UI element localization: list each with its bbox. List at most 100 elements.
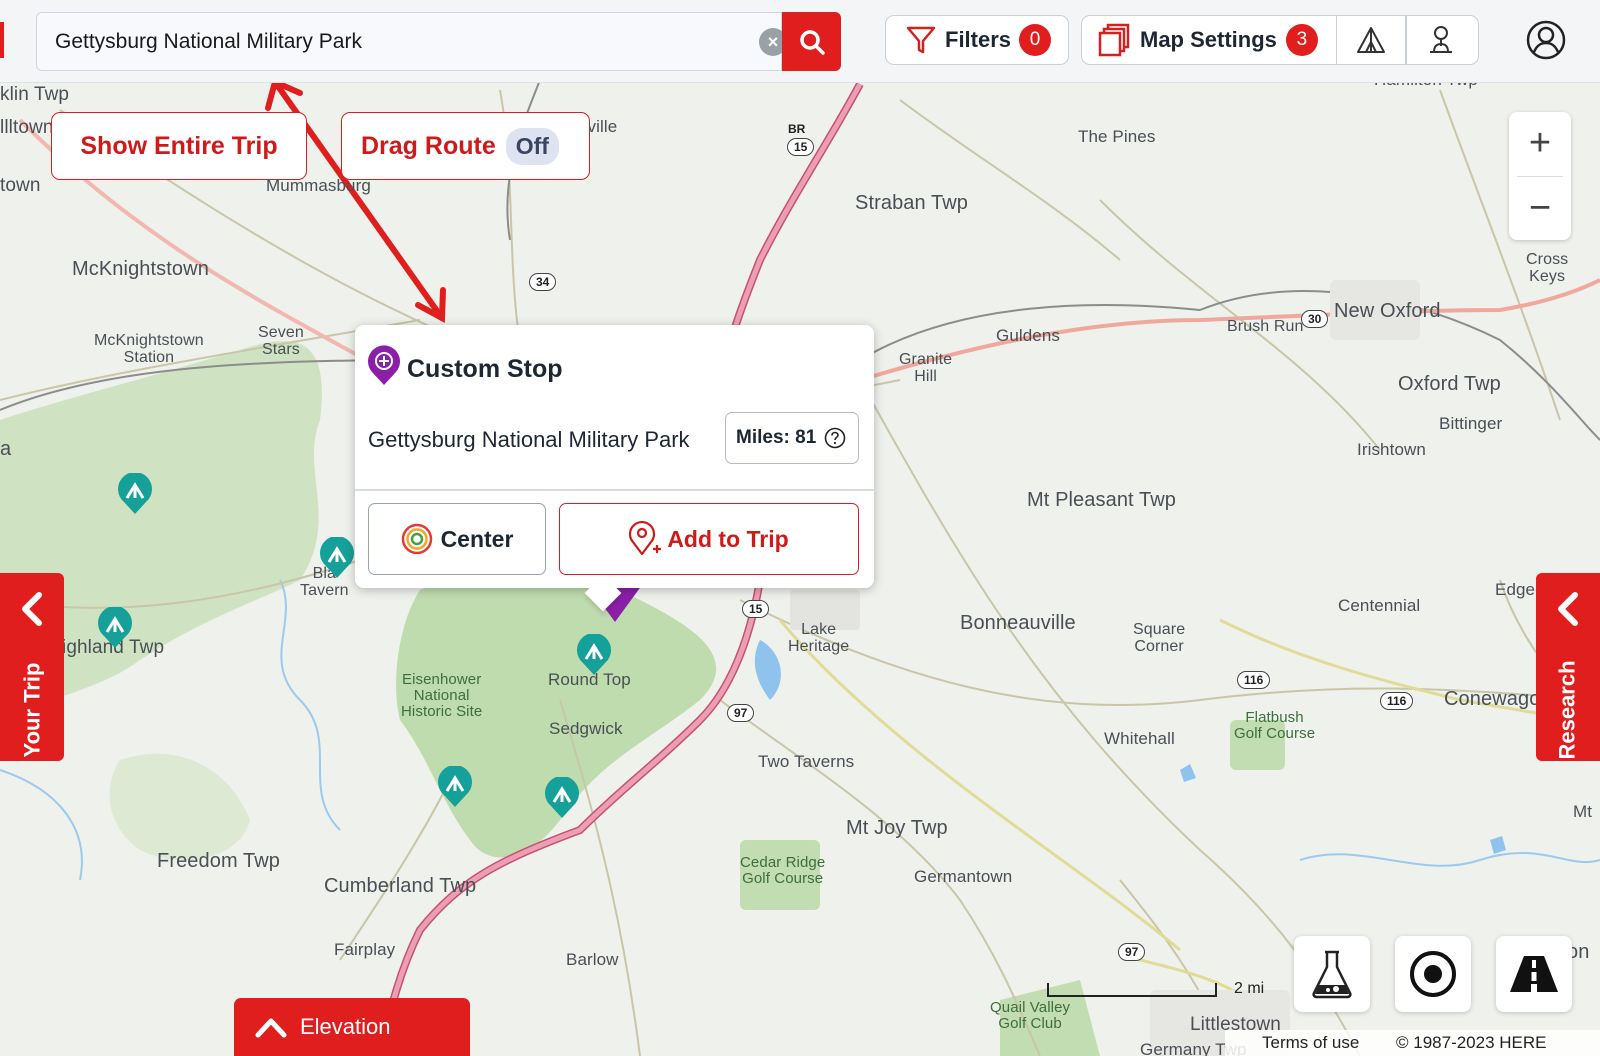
map-label: Square Corner — [1133, 621, 1186, 655]
map-settings-button[interactable]: Map Settings 3 — [1082, 15, 1336, 65]
help-icon[interactable] — [824, 427, 846, 449]
map-label: Freedom Twp — [157, 850, 281, 872]
locate-me-button[interactable] — [1395, 936, 1471, 1012]
copyright-text: © 1987-2023 HERE — [1396, 1033, 1547, 1052]
road-icon — [1510, 956, 1558, 992]
route-shield: 116 — [1380, 692, 1414, 710]
drag-route-toggle[interactable]: Drag Route Off — [341, 112, 590, 180]
map-label: Guldens — [996, 326, 1061, 345]
your-trip-label: Your Trip — [19, 662, 44, 758]
map-label: Cedar Ridge Golf Course — [740, 854, 826, 887]
show-entire-trip-button[interactable]: Show Entire Trip — [51, 112, 307, 180]
map-label: Two Taverns — [758, 752, 855, 771]
route-shield: 97 — [727, 704, 755, 722]
map-label: Mt Joy Twp — [846, 817, 948, 839]
divider — [355, 489, 874, 491]
menu-edge[interactable] — [0, 22, 4, 58]
filter-icon — [906, 26, 936, 54]
filters-count-badge: 0 — [1019, 24, 1052, 56]
campground-marker-icon[interactable] — [116, 473, 154, 515]
campground-marker-icon[interactable] — [436, 766, 474, 808]
map-label: Centennial — [1338, 596, 1421, 615]
map-label: Eisenhower National Historic Site — [401, 671, 483, 720]
road-view-button[interactable] — [1496, 936, 1572, 1012]
route-shield: 116 — [1237, 671, 1271, 689]
map-label: a — [0, 438, 12, 460]
center-label: Center — [440, 525, 514, 552]
map-label: Straban Twp — [855, 192, 969, 214]
person-pin-icon — [1429, 26, 1452, 53]
route-shield: BR — [788, 122, 806, 136]
chevron-left-icon — [1558, 592, 1578, 626]
terms-link[interactable]: Terms of use — [1262, 1033, 1359, 1053]
filters-button[interactable]: Filters 0 — [885, 15, 1069, 65]
map-scale-label: 2 mi — [1234, 980, 1265, 997]
miles-info[interactable]: Miles: 81 — [725, 412, 859, 464]
route-shield: 30 — [1301, 310, 1329, 328]
show-entire-trip-label: Show Entire Trip — [80, 131, 278, 160]
map-label: McKnightstown Station — [94, 332, 204, 366]
search-button[interactable] — [782, 12, 841, 71]
add-location-icon — [629, 521, 662, 556]
map-label: town — [0, 175, 41, 196]
zoom-control: + − — [1509, 112, 1571, 240]
route-shield: 34 — [529, 273, 557, 291]
map-label: New Oxford — [1334, 300, 1441, 322]
tent-icon — [1357, 27, 1386, 53]
map-label: klin Twp — [0, 84, 70, 105]
map-label: Mt Pleasant Twp — [1027, 489, 1176, 511]
elevation-button[interactable]: Elevation — [234, 998, 470, 1056]
zoom-in-button[interactable]: + — [1509, 112, 1571, 176]
search-input[interactable] — [55, 27, 715, 57]
map-label: Quail Valley Golf Club — [990, 999, 1071, 1032]
map-label: Granite Hill — [899, 351, 953, 385]
map-label: Conewago — [1444, 688, 1541, 710]
filters-label: Filters — [945, 27, 1012, 52]
map-label: Lake Heritage — [788, 621, 850, 655]
miles-value: Miles: 81 — [736, 427, 817, 448]
locate-icon — [1410, 951, 1456, 997]
chevron-up-icon — [255, 1018, 287, 1038]
campground-toggle-button[interactable] — [1337, 15, 1405, 65]
campground-marker-icon[interactable] — [575, 634, 613, 676]
research-tab[interactable]: Research — [1536, 573, 1600, 761]
top-bar: × Filters 0 Map Settings 3 — [0, 0, 1600, 83]
map-settings-group: Map Settings 3 — [1081, 15, 1479, 65]
custom-stop-pin-icon — [368, 345, 400, 385]
elevation-label: Elevation — [300, 1014, 391, 1039]
map-label: Sedgwick — [549, 719, 623, 738]
route-shield: 97 — [1118, 943, 1146, 961]
map-label: Oxford Twp — [1398, 373, 1501, 395]
map-label: Mt — [1573, 802, 1593, 821]
map-label: llltown — [0, 117, 54, 138]
map-label: Fairplay — [334, 940, 396, 959]
search-icon — [799, 29, 825, 55]
map-label: Barlow — [566, 950, 619, 969]
layers-icon — [1098, 23, 1130, 57]
points-of-interest-button[interactable] — [1407, 15, 1475, 65]
route-shield: 15 — [787, 138, 815, 156]
map-attribution: Terms of use © 1987-2023 HERE — [1225, 1030, 1600, 1056]
zoom-out-button[interactable]: − — [1509, 177, 1571, 241]
map-label: Brush Run — [1227, 318, 1304, 335]
account-icon[interactable] — [1526, 20, 1566, 60]
your-trip-tab[interactable]: Your Trip — [0, 573, 64, 761]
map-label: Cumberland Twp — [324, 875, 477, 897]
campground-marker-icon[interactable] — [543, 777, 581, 819]
campground-marker-icon[interactable] — [96, 607, 134, 649]
research-label: Research — [1555, 660, 1581, 760]
map-settings-label: Map Settings — [1140, 27, 1277, 52]
map-settings-count-badge: 3 — [1285, 24, 1318, 56]
search-box[interactable]: × — [36, 12, 787, 71]
add-to-trip-label: Add to Trip — [667, 525, 789, 552]
map-label: McKnightstown — [72, 258, 209, 280]
add-to-trip-button[interactable]: Add to Trip — [559, 503, 859, 575]
target-icon — [401, 523, 432, 555]
labs-button[interactable] — [1294, 936, 1370, 1012]
map-label: Bonneauville — [960, 612, 1076, 634]
campground-marker-icon[interactable] — [318, 537, 356, 579]
center-button[interactable]: Center — [368, 503, 546, 575]
flask-icon — [1312, 950, 1352, 999]
map-label: Cross Keys — [1526, 251, 1569, 285]
map-scale-bar — [1047, 983, 1217, 997]
